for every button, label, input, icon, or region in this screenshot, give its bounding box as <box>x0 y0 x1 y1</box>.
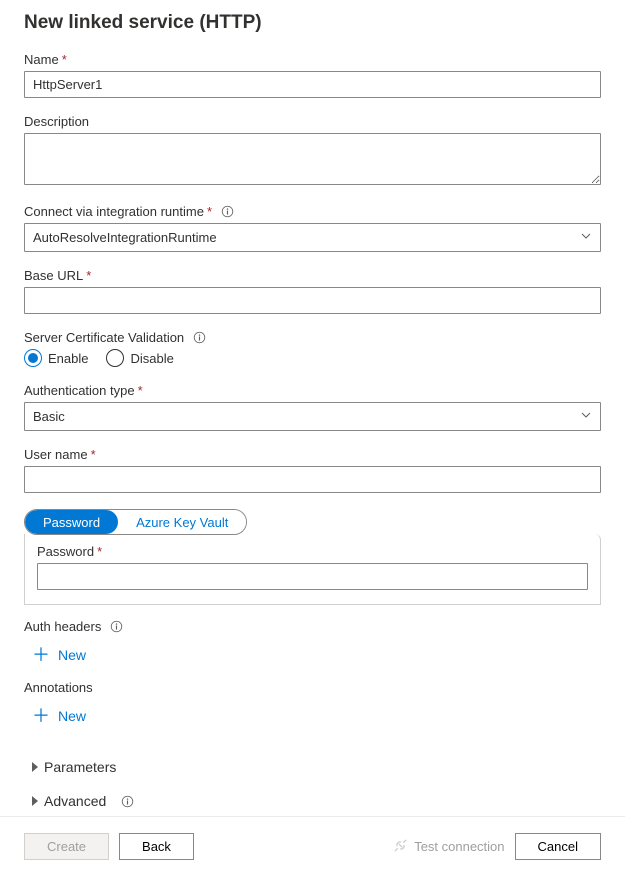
runtime-label: Connect via integration runtime* <box>24 204 601 219</box>
chevron-down-icon <box>580 230 592 245</box>
authtype-label: Authentication type* <box>24 383 601 398</box>
cancel-button[interactable]: Cancel <box>515 833 601 860</box>
name-label: Name* <box>24 52 601 67</box>
add-annotation-button[interactable]: ＋ New <box>24 699 601 725</box>
radio-disable[interactable]: Disable <box>106 349 173 367</box>
certvalidation-label: Server Certificate Validation <box>24 330 601 345</box>
info-icon <box>192 331 206 345</box>
baseurl-input[interactable] <box>24 287 601 314</box>
description-input[interactable] <box>24 133 601 185</box>
back-button[interactable]: Back <box>119 833 194 860</box>
password-label: Password* <box>37 544 588 559</box>
description-label: Description <box>24 114 601 129</box>
plus-icon: ＋ <box>32 646 50 664</box>
add-auth-header-button[interactable]: ＋ New <box>24 638 601 664</box>
radio-enable[interactable]: Enable <box>24 349 88 367</box>
info-icon <box>109 620 123 634</box>
chevron-down-icon <box>580 409 592 424</box>
expander-parameters[interactable]: Parameters <box>24 755 601 779</box>
name-input[interactable] <box>24 71 601 98</box>
tab-azure-key-vault[interactable]: Azure Key Vault <box>118 510 246 534</box>
test-connection-button[interactable]: Test connection <box>393 838 504 856</box>
footer-bar: Create Back Test connection Cancel <box>0 816 625 876</box>
tab-password[interactable]: Password <box>25 510 118 534</box>
create-button[interactable]: Create <box>24 833 109 860</box>
username-label: User name* <box>24 447 601 462</box>
runtime-select[interactable]: AutoResolveIntegrationRuntime <box>24 223 601 252</box>
plus-icon: ＋ <box>32 707 50 725</box>
password-source-tabs: Password Azure Key Vault <box>24 509 247 535</box>
page-title: New linked service (HTTP) <box>24 12 601 34</box>
authheaders-label: Auth headers <box>24 619 601 634</box>
password-input[interactable] <box>37 563 588 590</box>
info-icon <box>120 794 134 808</box>
baseurl-label: Base URL* <box>24 268 601 283</box>
username-input[interactable] <box>24 466 601 493</box>
annotations-label: Annotations <box>24 680 601 695</box>
authtype-select[interactable]: Basic <box>24 402 601 431</box>
chevron-right-icon <box>32 762 38 772</box>
expander-advanced[interactable]: Advanced <box>24 789 601 813</box>
chevron-right-icon <box>32 796 38 806</box>
info-icon <box>220 205 234 219</box>
connection-icon <box>393 838 408 856</box>
